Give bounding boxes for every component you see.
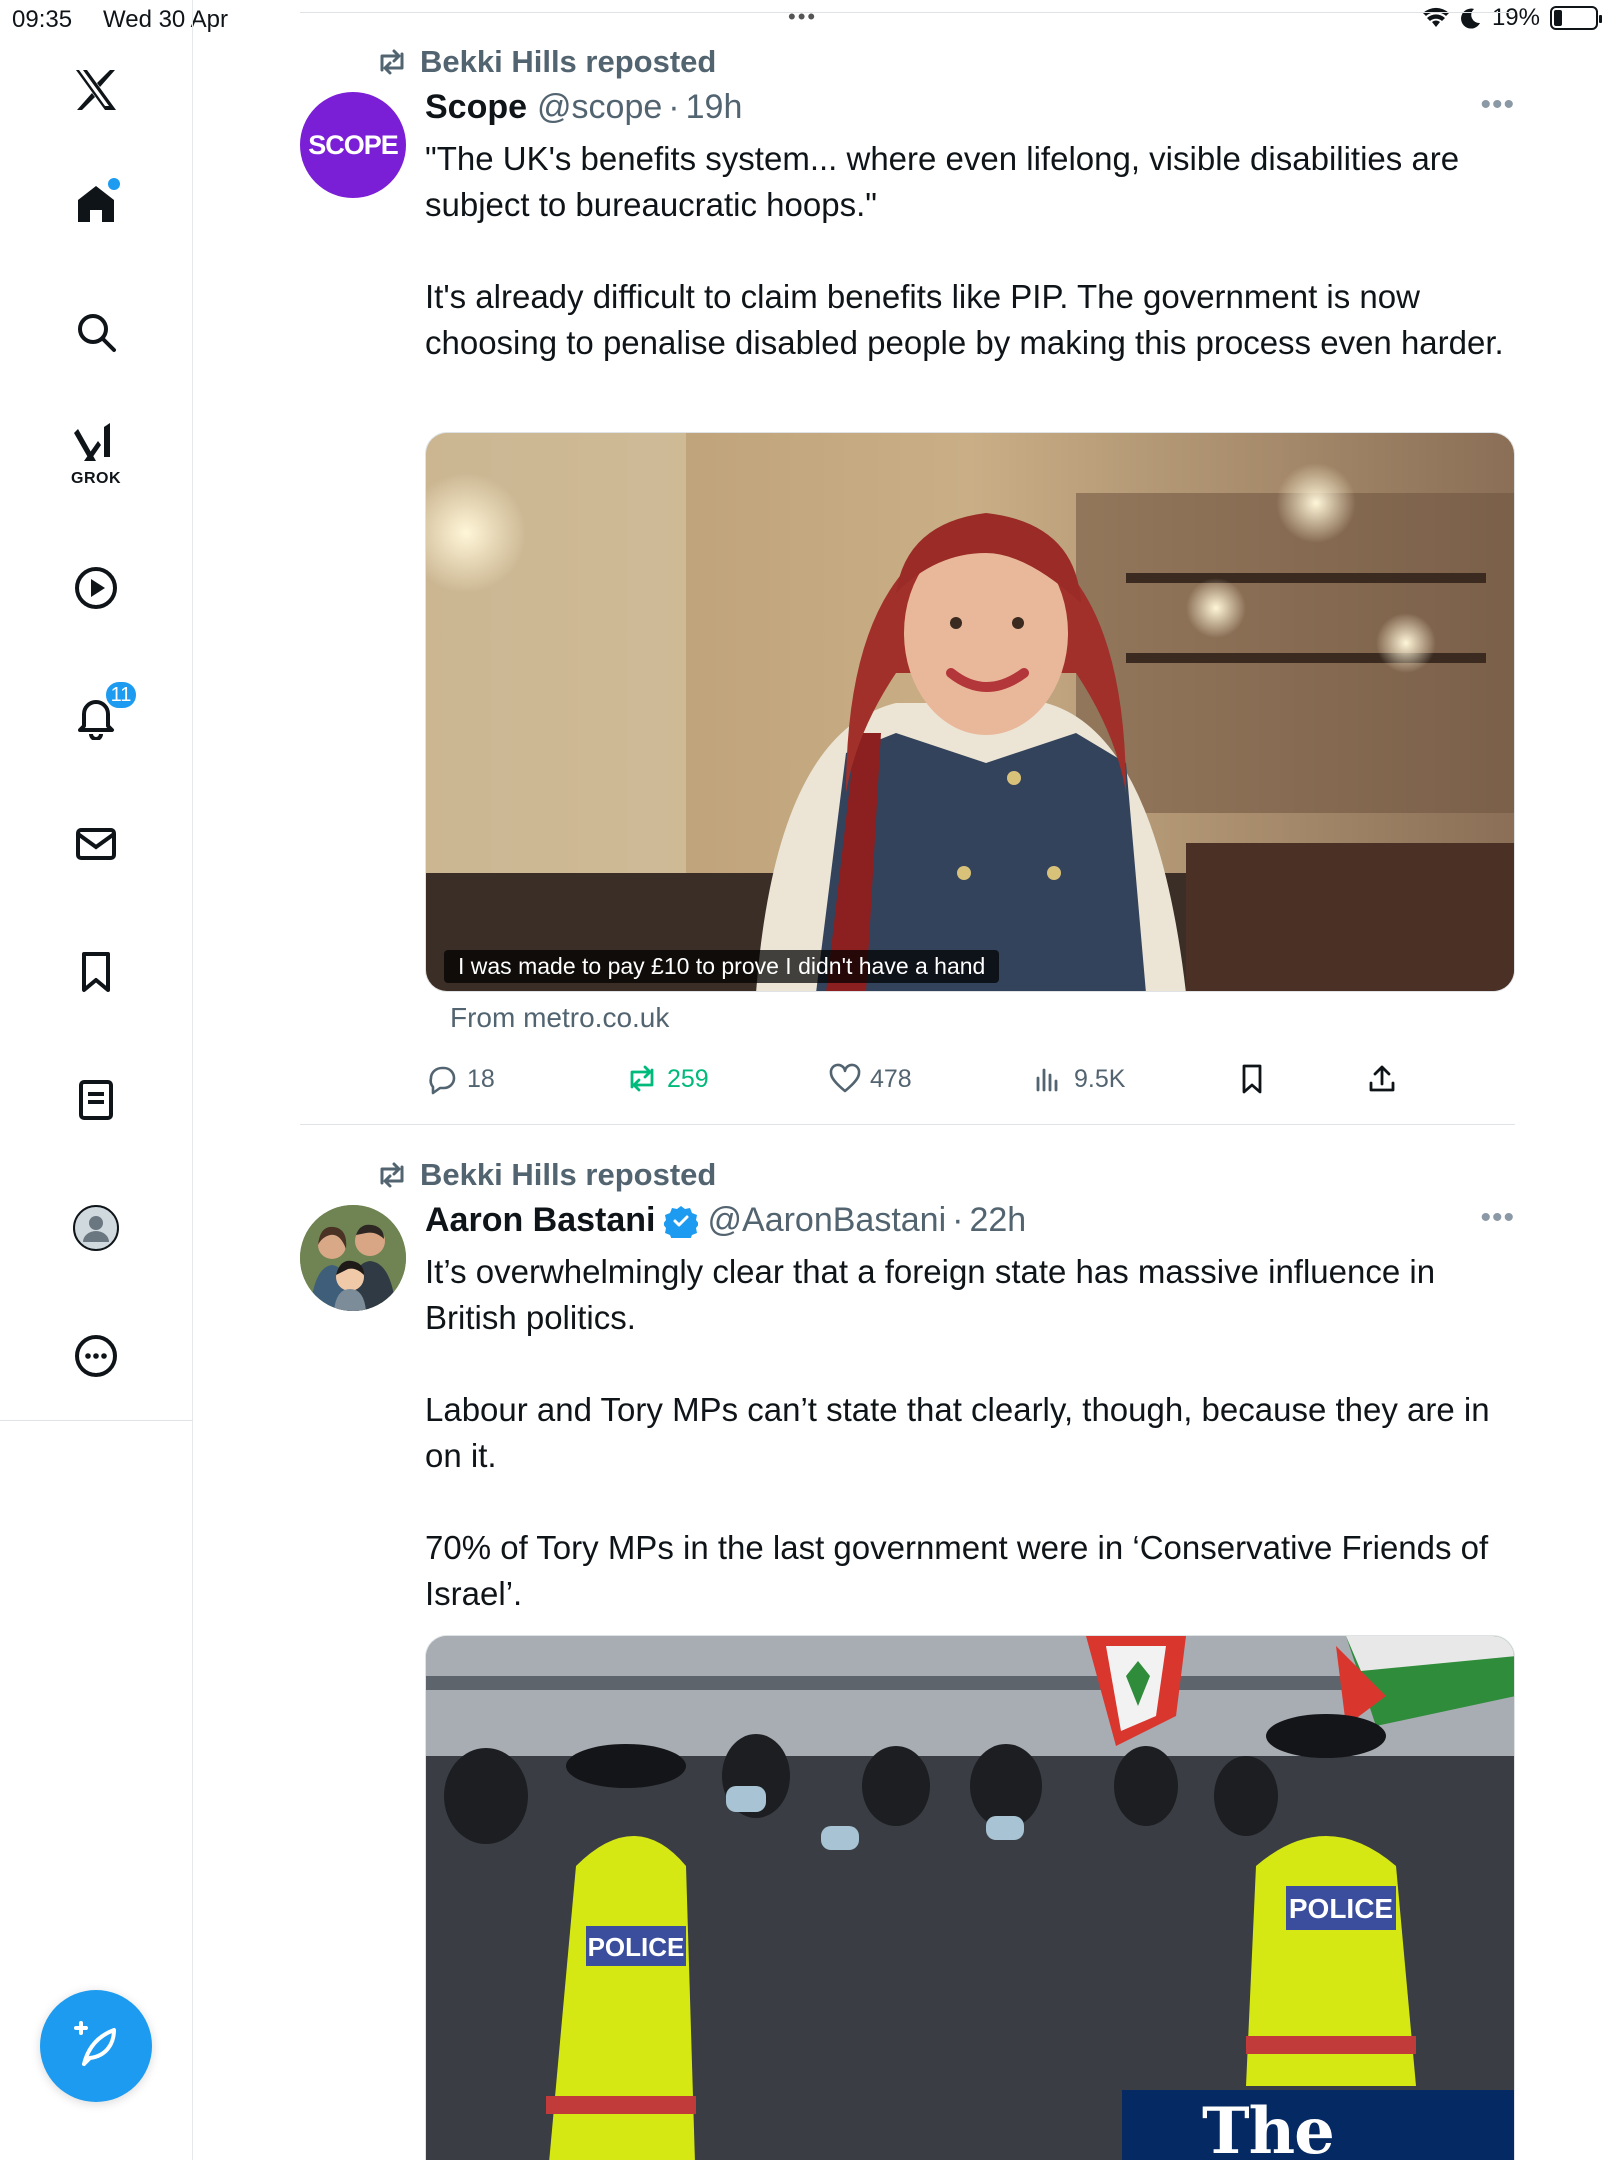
share-icon [1369, 1065, 1395, 1092]
play-circle-icon [75, 567, 117, 609]
sidebar-item-bookmarks[interactable] [60, 936, 132, 1008]
feed-top-divider [300, 12, 1515, 13]
tweet-video[interactable]: I was made to pay £10 to prove I didn't … [425, 432, 1515, 992]
sidebar-item-more[interactable] [60, 1320, 132, 1392]
tweet-paragraph: It’s overwhelmingly clear that a foreign… [425, 1253, 1436, 1336]
sidebar-item-home[interactable] [60, 168, 132, 240]
author-handle[interactable]: @scope [537, 88, 662, 127]
tweet-paragraph: It's already difficult to claim benefits… [425, 278, 1504, 361]
view-count: 9.5K [1074, 1064, 1126, 1093]
sidebar-item-grok[interactable]: GROK [60, 418, 132, 490]
bookmark-icon [82, 952, 110, 992]
tweet-paragraph: "The UK's benefits system... where even … [425, 140, 1460, 223]
x-logo-icon[interactable] [60, 54, 132, 126]
share-button[interactable] [1365, 1062, 1399, 1096]
avatar[interactable]: SCOPE [300, 92, 406, 198]
repost-context[interactable]: Bekki Hills reposted [376, 1157, 716, 1193]
reply-icon [429, 1066, 456, 1095]
police-sign-left: POLICE [588, 1932, 685, 1962]
sidebar-item-video[interactable] [60, 552, 132, 624]
more-options-icon[interactable]: ••• [1480, 1201, 1515, 1235]
repost-icon [380, 1162, 404, 1188]
like-button[interactable]: 478 [828, 1062, 912, 1096]
tweet-paragraph: Labour and Tory MPs can’t state that cle… [425, 1391, 1490, 1474]
repost-context-label: Bekki Hills reposted [420, 44, 717, 79]
author-name[interactable]: Aaron Bastani [425, 1201, 656, 1240]
author-name[interactable]: Scope [425, 88, 527, 127]
link-source[interactable]: From metro.co.uk [450, 1002, 669, 1034]
sidebar-item-search[interactable] [60, 296, 132, 368]
like-count: 478 [870, 1064, 912, 1093]
sidebar-nav: GROK 11 [0, 0, 193, 2160]
tweet-paragraph: 70% of Tory MPs in the last government w… [425, 1529, 1489, 1612]
more-options-icon[interactable]: ••• [1480, 88, 1515, 122]
police-sign-right: POLICE [1289, 1893, 1393, 1924]
battery-icon [1550, 6, 1602, 30]
battery-percent: 19% [1491, 4, 1540, 31]
repost-button[interactable]: 259 [625, 1062, 709, 1096]
repost-context[interactable]: Bekki Hills reposted [376, 44, 716, 80]
avatar[interactable] [300, 1205, 406, 1311]
compose-button[interactable] [40, 1990, 152, 2102]
protest-photo: POLICE POLICE [426, 1636, 1514, 2160]
bookmark-icon [1242, 1064, 1262, 1094]
avatar-icon [73, 1205, 119, 1251]
family-photo-avatar [300, 1205, 406, 1311]
repost-context-label: Bekki Hills reposted [420, 1157, 717, 1192]
scope-logo-text: SCOPE [308, 129, 399, 160]
guardian-watermark: The Guardian [1122, 2090, 1514, 2160]
author-handle[interactable]: @AaronBastani [708, 1201, 947, 1240]
tweet-divider [300, 1124, 1515, 1125]
bookmark-button[interactable] [1235, 1062, 1269, 1096]
heart-icon [829, 1063, 861, 1093]
tweet-image[interactable]: POLICE POLICE The Guardian [425, 1635, 1515, 2160]
list-icon [79, 1080, 113, 1120]
tweet-actions: 18 259 478 9.5K [425, 1062, 1515, 1102]
home-unread-dot [108, 178, 120, 190]
moon-icon [1460, 8, 1480, 29]
grok-icon [74, 423, 110, 461]
status-indicators: 19% [1422, 4, 1602, 32]
verified-badge-icon [663, 1205, 698, 1238]
reply-button[interactable]: 18 [425, 1062, 495, 1096]
sidebar-item-lists[interactable] [60, 1064, 132, 1136]
status-bar: 09:35 Wed 30 Apr ••• 19% [0, 0, 1620, 40]
tweet-text: It’s overwhelmingly clear that a foreign… [425, 1249, 1515, 1617]
wifi-icon [1422, 7, 1449, 27]
search-icon [78, 314, 116, 352]
analytics-icon [1036, 1068, 1058, 1092]
feather-plus-icon [74, 2021, 116, 2066]
views-button[interactable]: 9.5K [1032, 1062, 1125, 1096]
repost-count: 259 [667, 1064, 709, 1093]
tweet-text: "The UK's benefits system... where even … [425, 136, 1515, 366]
repost-icon [630, 1065, 654, 1092]
envelope-icon [76, 828, 116, 860]
video-caption: I was made to pay £10 to prove I didn't … [444, 950, 1000, 983]
more-circle-icon [75, 1335, 117, 1377]
sidebar-divider [0, 1420, 193, 1421]
notification-count-badge: 11 [104, 680, 138, 710]
tweet-age[interactable]: 19h [686, 88, 743, 127]
tweet-header: Aaron Bastani @AaronBastani · 22h [425, 1201, 1026, 1240]
sidebar-item-messages[interactable] [60, 808, 132, 880]
sidebar-item-notifications[interactable]: 11 [60, 680, 138, 752]
tweet-header: Scope @scope · 19h [425, 88, 743, 127]
woman-portrait-image [426, 433, 1514, 991]
repost-icon [380, 49, 404, 75]
sidebar-item-profile[interactable] [60, 1192, 132, 1264]
grok-label: GROK [71, 470, 121, 487]
tweet-age[interactable]: 22h [969, 1201, 1026, 1240]
reply-count: 18 [467, 1064, 495, 1093]
multitasking-dots[interactable]: ••• [788, 4, 817, 30]
